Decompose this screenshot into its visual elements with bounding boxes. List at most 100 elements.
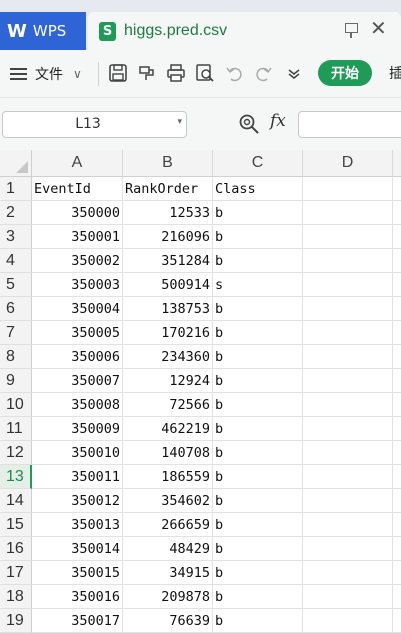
cell-c[interactable]: b xyxy=(213,441,303,465)
cell-a[interactable]: 350009 xyxy=(32,417,123,441)
function-icon[interactable]: fx xyxy=(270,111,286,131)
cell-d[interactable] xyxy=(303,609,393,633)
cell-a[interactable]: 350002 xyxy=(32,249,123,273)
cell-d[interactable] xyxy=(303,225,393,249)
cell-a[interactable]: 350003 xyxy=(32,273,123,297)
cell-c[interactable]: b xyxy=(213,561,303,585)
cell-b[interactable]: 138753 xyxy=(123,297,213,321)
cell-b[interactable]: 209878 xyxy=(123,585,213,609)
cell-a[interactable]: 350008 xyxy=(32,393,123,417)
row-header[interactable]: 11 xyxy=(0,417,32,441)
cell-d[interactable] xyxy=(303,465,393,489)
cell-d[interactable] xyxy=(303,273,393,297)
select-all-corner[interactable] xyxy=(0,150,32,177)
cell-a[interactable]: 350017 xyxy=(32,609,123,633)
column-header-e[interactable] xyxy=(393,150,401,177)
find-zoom-icon[interactable] xyxy=(238,113,260,135)
cell-e[interactable] xyxy=(393,321,401,345)
cell-e[interactable] xyxy=(393,345,401,369)
column-header-a[interactable]: A xyxy=(32,150,123,177)
cell-b[interactable]: 170216 xyxy=(123,321,213,345)
cell-b[interactable]: 76639 xyxy=(123,609,213,633)
cell-a[interactable]: 350006 xyxy=(32,345,123,369)
cell-b[interactable]: 12924 xyxy=(123,369,213,393)
cell-d[interactable] xyxy=(303,201,393,225)
cell-d[interactable] xyxy=(303,321,393,345)
cell-b[interactable]: 140708 xyxy=(123,441,213,465)
file-menu-label[interactable]: 文件 xyxy=(35,50,63,97)
cell-b[interactable]: 186559 xyxy=(123,465,213,489)
cell-b[interactable]: 34915 xyxy=(123,561,213,585)
cell-a[interactable]: 350013 xyxy=(32,513,123,537)
cell-c[interactable]: b xyxy=(213,249,303,273)
cell-d[interactable] xyxy=(303,489,393,513)
row-header[interactable]: 19 xyxy=(0,609,32,633)
column-header-d[interactable]: D xyxy=(303,150,393,177)
cell-d[interactable] xyxy=(303,177,393,201)
cell-c[interactable]: b xyxy=(213,321,303,345)
cell-e[interactable] xyxy=(393,249,401,273)
cell-d[interactable] xyxy=(303,393,393,417)
row-header[interactable]: 9 xyxy=(0,369,32,393)
cell-a[interactable]: 350011 xyxy=(32,465,123,489)
row-header[interactable]: 13 xyxy=(0,465,32,489)
redo-icon[interactable] xyxy=(253,63,273,83)
column-header-c[interactable]: C xyxy=(213,150,303,177)
cell-a[interactable]: 350005 xyxy=(32,321,123,345)
cell-a[interactable]: 350012 xyxy=(32,489,123,513)
cell-d[interactable] xyxy=(303,441,393,465)
cell-c[interactable]: b xyxy=(213,465,303,489)
cell-b[interactable]: 48429 xyxy=(123,537,213,561)
cell-e[interactable] xyxy=(393,417,401,441)
cell-b[interactable]: 351284 xyxy=(123,249,213,273)
cell-e[interactable] xyxy=(393,297,401,321)
row-header[interactable]: 15 xyxy=(0,513,32,537)
cell-b[interactable]: 354602 xyxy=(123,489,213,513)
window-pin-icon[interactable] xyxy=(345,23,358,38)
wps-home-tab[interactable]: W WPS xyxy=(0,12,86,50)
cell-b[interactable]: 500914 xyxy=(123,273,213,297)
cell-b[interactable]: RankOrder xyxy=(123,177,213,201)
cell-e[interactable] xyxy=(393,489,401,513)
row-header[interactable]: 18 xyxy=(0,585,32,609)
cell-b[interactable]: 216096 xyxy=(123,225,213,249)
cell-a[interactable]: 350007 xyxy=(32,369,123,393)
cell-d[interactable] xyxy=(303,537,393,561)
cell-d[interactable] xyxy=(303,345,393,369)
cell-a[interactable]: 350000 xyxy=(32,201,123,225)
cell-e[interactable] xyxy=(393,225,401,249)
row-header[interactable]: 3 xyxy=(0,225,32,249)
cell-e[interactable] xyxy=(393,585,401,609)
cell-c[interactable]: s xyxy=(213,273,303,297)
cell-e[interactable] xyxy=(393,465,401,489)
cell-e[interactable] xyxy=(393,273,401,297)
cell-e[interactable] xyxy=(393,513,401,537)
undo-icon[interactable] xyxy=(225,63,245,83)
row-header[interactable]: 4 xyxy=(0,249,32,273)
name-box-dropdown-icon[interactable]: ▾ xyxy=(177,117,182,127)
cell-c[interactable]: b xyxy=(213,585,303,609)
name-box[interactable]: L13 ▾ xyxy=(2,111,187,138)
cell-d[interactable] xyxy=(303,369,393,393)
document-tab[interactable]: S higgs.pred.csv ✕ xyxy=(88,12,401,50)
cell-d[interactable] xyxy=(303,513,393,537)
cell-a[interactable]: 350016 xyxy=(32,585,123,609)
cell-e[interactable] xyxy=(393,393,401,417)
cell-c[interactable]: b xyxy=(213,201,303,225)
cell-c[interactable]: b xyxy=(213,537,303,561)
cell-e[interactable] xyxy=(393,561,401,585)
cell-a[interactable]: EventId xyxy=(32,177,123,201)
cell-b[interactable]: 72566 xyxy=(123,393,213,417)
start-tab-button[interactable]: 开始 xyxy=(318,60,372,86)
cell-d[interactable] xyxy=(303,585,393,609)
cell-c[interactable]: b xyxy=(213,345,303,369)
cell-c[interactable]: Class xyxy=(213,177,303,201)
main-menu-icon[interactable] xyxy=(10,50,28,97)
cell-c[interactable]: b xyxy=(213,225,303,249)
cell-e[interactable] xyxy=(393,177,401,201)
cell-b[interactable]: 234360 xyxy=(123,345,213,369)
row-header[interactable]: 14 xyxy=(0,489,32,513)
cell-c[interactable]: b xyxy=(213,393,303,417)
cell-d[interactable] xyxy=(303,561,393,585)
cell-d[interactable] xyxy=(303,249,393,273)
